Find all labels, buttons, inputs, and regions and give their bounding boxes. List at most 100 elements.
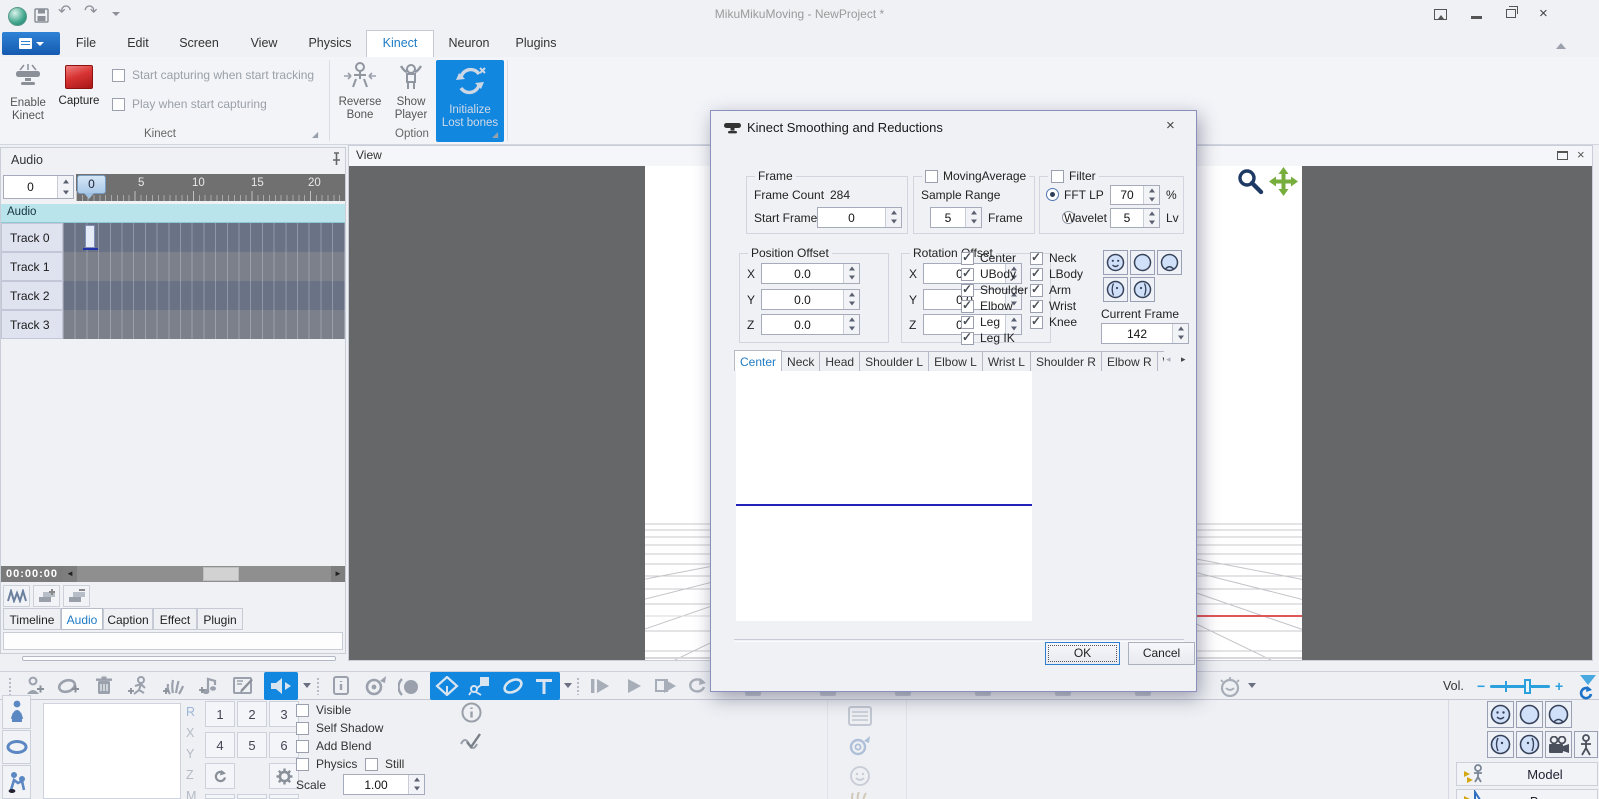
fullscreen-icon[interactable] <box>1434 9 1447 20</box>
face-back-button[interactable] <box>1516 701 1543 728</box>
checkbox-icon[interactable] <box>961 332 974 345</box>
audio-panel-header[interactable]: Audio <box>1 148 345 173</box>
chevron-down-icon[interactable] <box>303 683 311 692</box>
moving-average-checkbox-icon[interactable] <box>925 170 938 183</box>
model-list-button[interactable] <box>2 695 31 729</box>
scale-spinner[interactable]: 1.00 <box>343 774 425 795</box>
expression-button[interactable] <box>840 763 880 789</box>
copy-button[interactable] <box>205 794 235 799</box>
numpad-1-button[interactable]: 1 <box>205 701 235 727</box>
play-when-capturing-checkbox-row[interactable]: Play when start capturing <box>112 97 267 111</box>
timeline-ruler[interactable]: 0 5 10 15 20 0 <box>76 174 345 201</box>
panel-tab-effect[interactable]: Effect <box>153 608 197 630</box>
scroll-left-icon[interactable]: ◄ <box>63 566 77 582</box>
spinner-buttons[interactable] <box>885 208 901 227</box>
playhead-marker[interactable]: 0 <box>77 175 106 194</box>
bone-tab-head[interactable]: Head <box>819 351 860 371</box>
pan-tool-icon[interactable] <box>1269 167 1298 199</box>
maximize-panel-icon[interactable] <box>1557 151 1568 160</box>
checkbox-icon[interactable] <box>1030 300 1043 313</box>
tab-plugins[interactable]: Plugins <box>504 30 568 57</box>
checkbox-icon[interactable] <box>961 316 974 329</box>
spinner-buttons[interactable] <box>1172 324 1188 343</box>
app-menu-button[interactable] <box>2 32 60 55</box>
loop-playback-button[interactable] <box>684 674 710 698</box>
chevron-down-icon[interactable] <box>564 683 572 692</box>
face-right-button[interactable] <box>1516 731 1543 758</box>
waveform-view-button[interactable] <box>3 585 30 607</box>
scrollbar-thumb[interactable] <box>203 567 239 581</box>
checkbox-icon[interactable] <box>1030 284 1043 297</box>
validate-button[interactable] <box>459 730 483 755</box>
restore-icon[interactable] <box>1506 9 1516 18</box>
checkbox-icon[interactable] <box>296 722 309 735</box>
wavelet-value[interactable]: 5 <box>1111 211 1143 225</box>
volume-decrease-icon[interactable]: − <box>1477 678 1485 694</box>
tab-scroll-left-icon[interactable]: ◂ <box>1166 354 1171 365</box>
track-1-lane[interactable] <box>63 252 345 281</box>
model-info-button[interactable] <box>461 702 482 726</box>
pos-x-spinner[interactable]: 0.0 <box>761 263 860 284</box>
start-frame-spinner[interactable]: 0 <box>817 207 902 228</box>
part-knee-row[interactable]: Knee <box>1030 314 1083 330</box>
numpad-6-button[interactable]: 6 <box>269 732 299 758</box>
add-track-button[interactable] <box>33 585 60 607</box>
spinner-buttons[interactable] <box>1143 186 1159 204</box>
bone-tab-shoulder-r[interactable]: Shoulder R <box>1030 351 1102 371</box>
moving-average-header[interactable]: MovingAverage <box>922 169 1029 183</box>
face-front-button[interactable] <box>1487 701 1514 728</box>
orientation-top-button[interactable] <box>1157 250 1182 275</box>
orientation-left-button[interactable] <box>1103 277 1128 302</box>
spinner-buttons[interactable] <box>408 775 424 794</box>
self-shadow-checkbox-row[interactable]: Self Shadow <box>296 721 383 735</box>
spinner-buttons[interactable] <box>965 208 981 227</box>
checkbox-icon[interactable] <box>365 758 378 771</box>
orientation-right-button[interactable] <box>1130 277 1155 302</box>
bone-tab-wrist-r[interactable]: Wrist R <box>1157 351 1164 371</box>
checkbox-icon[interactable] <box>112 69 125 82</box>
camera-follow-button[interactable] <box>840 733 880 759</box>
part-elbow-row[interactable]: Elbow <box>961 298 1028 314</box>
minimize-icon[interactable] <box>1471 16 1482 19</box>
pin-icon[interactable] <box>331 152 342 170</box>
toolbar-drag-handle[interactable] <box>316 677 320 695</box>
camera-list-button[interactable] <box>840 703 880 729</box>
current-frame-value[interactable]: 142 <box>1102 327 1172 341</box>
bone-tab-wrist-l[interactable]: Wrist L <box>982 351 1031 371</box>
track-2-lane[interactable] <box>63 281 345 310</box>
model-info-button[interactable] <box>328 674 356 698</box>
dialog-title-bar[interactable]: Kinect Smoothing and Reductions × <box>711 111 1196 145</box>
panel-tab-timeline[interactable]: Timeline <box>3 608 61 630</box>
fft-lp-spinner[interactable]: 70 <box>1110 185 1160 205</box>
spin-down-icon[interactable] <box>409 785 424 795</box>
numpad-3-button[interactable]: 3 <box>269 701 299 727</box>
scale-value[interactable]: 1.00 <box>344 778 408 792</box>
add-accessory-button[interactable] <box>55 674 83 698</box>
visible-checkbox-row[interactable]: Visible <box>296 703 351 717</box>
filter-checkbox-icon[interactable] <box>1051 170 1064 183</box>
physics-checkbox-row[interactable]: Physics <box>296 757 357 771</box>
add-caption-button[interactable] <box>230 674 258 698</box>
accessory-list-button[interactable] <box>2 730 31 764</box>
ok-button[interactable]: OK <box>1045 642 1120 665</box>
tab-physics[interactable]: Physics <box>294 30 366 57</box>
play-range-button[interactable] <box>652 674 680 698</box>
toolbar-drag-handle[interactable] <box>576 677 580 695</box>
spinner-buttons[interactable] <box>57 176 73 198</box>
tab-kinect[interactable]: Kinect <box>366 30 434 57</box>
morph-button[interactable] <box>1216 675 1244 699</box>
spin-up-icon[interactable] <box>58 176 73 187</box>
cancel-button[interactable]: Cancel <box>1128 642 1195 665</box>
pos-y-value[interactable]: 0.0 <box>762 293 843 307</box>
spin-down-icon[interactable] <box>58 187 73 198</box>
frame-number-spinner[interactable]: 0 <box>3 175 74 199</box>
fft-lp-value[interactable]: 70 <box>1111 188 1143 202</box>
part-center-row[interactable]: Center <box>961 250 1028 266</box>
reset-transform-button[interactable] <box>205 763 235 789</box>
app-logo-icon[interactable] <box>8 7 27 26</box>
bone-tab-neck[interactable]: Neck <box>781 351 820 371</box>
checkbox-icon[interactable] <box>961 284 974 297</box>
bone-select-button[interactable]: Bone <box>1456 789 1598 799</box>
checkbox-icon[interactable] <box>296 758 309 771</box>
select-all-button[interactable] <box>269 794 299 799</box>
